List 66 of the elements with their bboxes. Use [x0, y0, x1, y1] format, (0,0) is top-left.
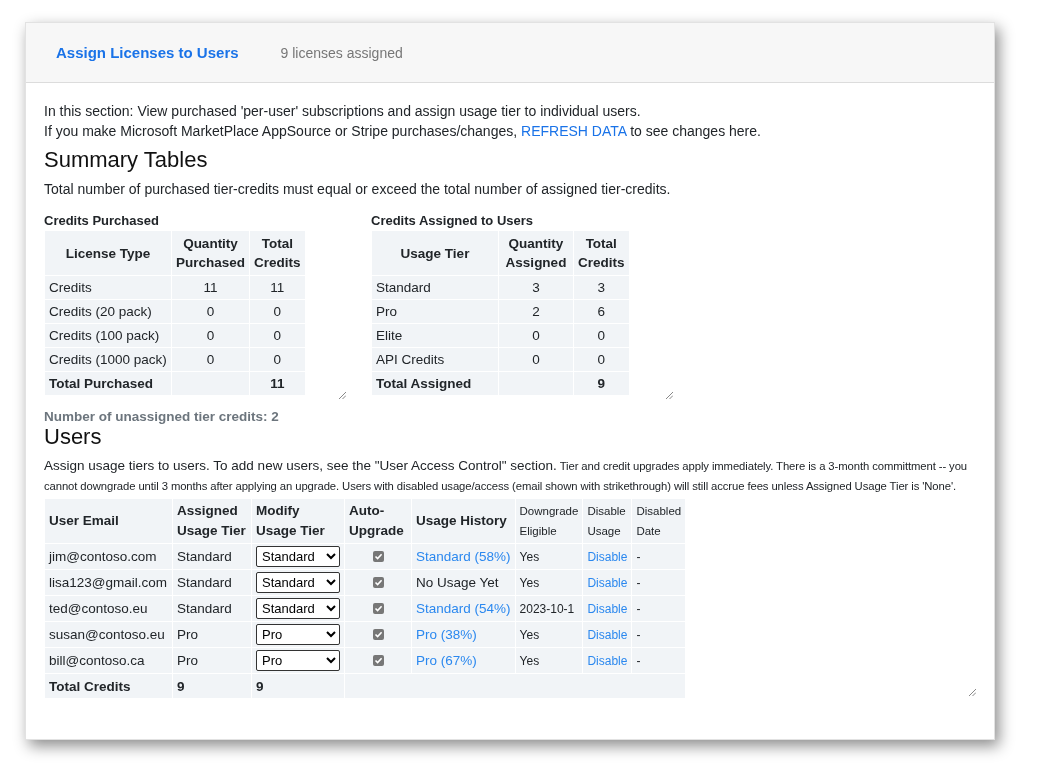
section-heading: Users: [44, 424, 103, 450]
table-cell: jim@contoso.com: [44, 543, 173, 570]
unassigned-credits-note: Number of unassigned tier credits: 2: [44, 409, 280, 424]
table-cell: Standard: [371, 275, 499, 300]
table-cell: Credits (20 pack): [44, 299, 172, 324]
users-description: Assign usage tiers to users. To add new users, see the "User Access Control" section. Tier and credit upgrades apply immediately. There is a 3-month committment -- you cannot downgrade until 3 months after applying an upgrade. Users with disabled usage/access (email shown with strikethrough) will still accrue fees unless Assigned Usage Tier is 'None'.: [44, 457, 968, 494]
checkbox[interactable]: [372, 629, 384, 640]
table-cell: Standard: [172, 543, 252, 570]
checkbox[interactable]: [372, 577, 384, 588]
table-cell: Yes: [515, 621, 583, 648]
column-header: Modify Usage Tier: [251, 498, 345, 544]
table-cell: Elite: [371, 323, 499, 348]
table-cell: Total Credits: [44, 673, 173, 699]
resize-handle-icon[interactable]: [665, 391, 673, 399]
column-header: Auto-Upgrade: [344, 498, 412, 544]
column-header: Quantity Assigned: [498, 230, 574, 276]
table-cell: 2023-10-1: [515, 595, 583, 622]
column-header: Quantity Purchased: [171, 230, 250, 276]
checkbox[interactable]: [372, 655, 384, 666]
column-header: Assigned Usage Tier: [172, 498, 252, 544]
tier-dropdown[interactable]: Standard: [256, 598, 340, 619]
table-cell: Pro: [371, 299, 499, 324]
table-caption: Credits Assigned to Users: [371, 213, 535, 228]
table-cell: Total Assigned: [371, 371, 499, 396]
section-heading: Summary Tables: [44, 147, 209, 173]
column-header: Disabled Date: [631, 498, 686, 544]
table-cell: Pro: [172, 647, 252, 674]
table-cell: 9: [251, 673, 345, 699]
table-cell: No Usage Yet: [411, 569, 516, 596]
table-caption: Credits Purchased: [44, 213, 160, 228]
table-cell: Yes: [515, 647, 583, 674]
tier-dropdown[interactable]: Standard: [256, 572, 340, 593]
table-cell: susan@contoso.eu: [44, 621, 173, 648]
column-header: License Type: [44, 230, 172, 276]
table-cell: bill@contoso.ca: [44, 647, 173, 674]
table-cell: Pro: [172, 621, 252, 648]
license-count: 9 licenses assigned: [280, 44, 403, 61]
summary-description: Total number of purchased tier-credits must equal or exceed the total number of assigned tier-credits.: [44, 180, 672, 199]
refresh-data-link[interactable]: REFRESH DATA: [521, 123, 627, 139]
table-cell: Standard: [172, 569, 252, 596]
table-cell: ted@contoso.eu: [44, 595, 173, 622]
column-header: Usage History: [411, 498, 516, 544]
table-cell: Credits (100 pack): [44, 323, 172, 348]
tier-dropdown[interactable]: Standard: [256, 546, 340, 567]
checkbox[interactable]: [372, 603, 384, 614]
tier-dropdown[interactable]: Pro: [256, 624, 340, 645]
column-header: User Email: [44, 498, 173, 544]
table-cell: Total Purchased: [44, 371, 172, 396]
column-header: Usage Tier: [371, 230, 499, 276]
resize-handle-icon[interactable]: [968, 688, 976, 696]
table-cell: Yes: [515, 543, 583, 570]
resize-handle-icon[interactable]: [338, 391, 346, 399]
column-header: Total Credits: [249, 230, 306, 276]
column-header: Downgrade Eligible: [515, 498, 583, 544]
column-header: Total Credits: [573, 230, 629, 276]
checkbox[interactable]: [372, 551, 384, 562]
table-cell: Standard: [172, 595, 252, 622]
table-cell: lisa123@gmail.com: [44, 569, 173, 596]
intro-text: In this section: View purchased 'per-user' subscriptions and assign usage tier to individual users. If you make Microsoft MarketPlace AppSource or Stripe purchases/changes, REFRESH DATA to see changes here.: [44, 102, 762, 141]
column-header: Disable Usage: [582, 498, 632, 544]
table-cell: Credits: [44, 275, 172, 300]
table-cell: Yes: [515, 569, 583, 596]
table-cell: API Credits: [371, 347, 499, 372]
table-cell: Credits (1000 pack): [44, 347, 172, 372]
tier-dropdown[interactable]: Pro: [256, 650, 340, 671]
section-title[interactable]: Assign Licenses to Users: [56, 44, 239, 61]
